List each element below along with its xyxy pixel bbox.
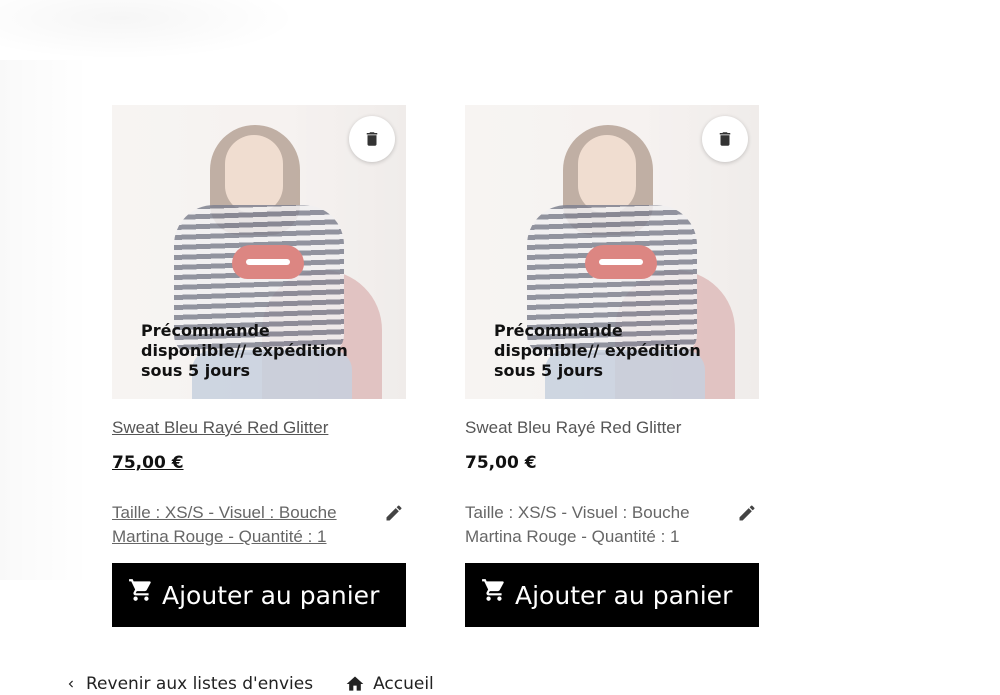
preorder-badge: Précommande disponible// expédition sous…: [494, 321, 701, 380]
delete-button[interactable]: [702, 116, 748, 162]
product-attributes: Taille : XS/S - Visuel : Bouche Martina …: [112, 501, 406, 549]
product-name-link[interactable]: Sweat Bleu Rayé Red Glitter: [112, 417, 406, 439]
product-price[interactable]: 75,00 €: [465, 453, 759, 473]
product-attributes: Taille : XS/S - Visuel : Bouche Martina …: [465, 501, 759, 549]
home-icon: [346, 676, 364, 691]
wishlist-product-card: Précommande disponible// expédition sous…: [112, 105, 406, 627]
add-to-cart-button[interactable]: Ajouter au panier: [465, 563, 759, 627]
product-image[interactable]: Précommande disponible// expédition sous…: [465, 105, 759, 399]
attributes-text[interactable]: Taille : XS/S - Visuel : Bouche Martina …: [465, 501, 705, 549]
trash-icon: [366, 132, 378, 146]
pencil-icon: [386, 505, 402, 521]
add-to-cart-button[interactable]: Ajouter au panier: [112, 563, 406, 627]
chevron-left-icon: [68, 680, 73, 688]
add-to-cart-label: Ajouter au panier: [162, 580, 380, 610]
back-label: Revenir aux listes d'envies: [86, 674, 314, 694]
attributes-text[interactable]: Taille : XS/S - Visuel : Bouche Martina …: [112, 501, 352, 549]
header-background: [0, 0, 300, 60]
edit-button[interactable]: [735, 501, 759, 525]
side-background: [0, 60, 90, 580]
home-link[interactable]: Accueil: [345, 674, 434, 694]
preorder-badge: Précommande disponible// expédition sous…: [141, 321, 348, 380]
cart-icon: [482, 579, 504, 601]
edit-button[interactable]: [382, 501, 406, 525]
back-to-wishlists-link[interactable]: Revenir aux listes d'envies: [64, 674, 313, 694]
home-label: Accueil: [373, 674, 434, 694]
footer-links: Revenir aux listes d'envies Accueil: [64, 674, 434, 694]
add-to-cart-label: Ajouter au panier: [515, 580, 733, 610]
product-name-link[interactable]: Sweat Bleu Rayé Red Glitter: [465, 417, 759, 439]
pencil-icon: [739, 505, 755, 521]
trash-icon: [719, 132, 731, 146]
cart-icon: [129, 579, 151, 601]
delete-button[interactable]: [349, 116, 395, 162]
product-image[interactable]: Précommande disponible// expédition sous…: [112, 105, 406, 399]
wishlist-product-card: Précommande disponible// expédition sous…: [465, 105, 759, 627]
product-price[interactable]: 75,00 €: [112, 453, 406, 473]
